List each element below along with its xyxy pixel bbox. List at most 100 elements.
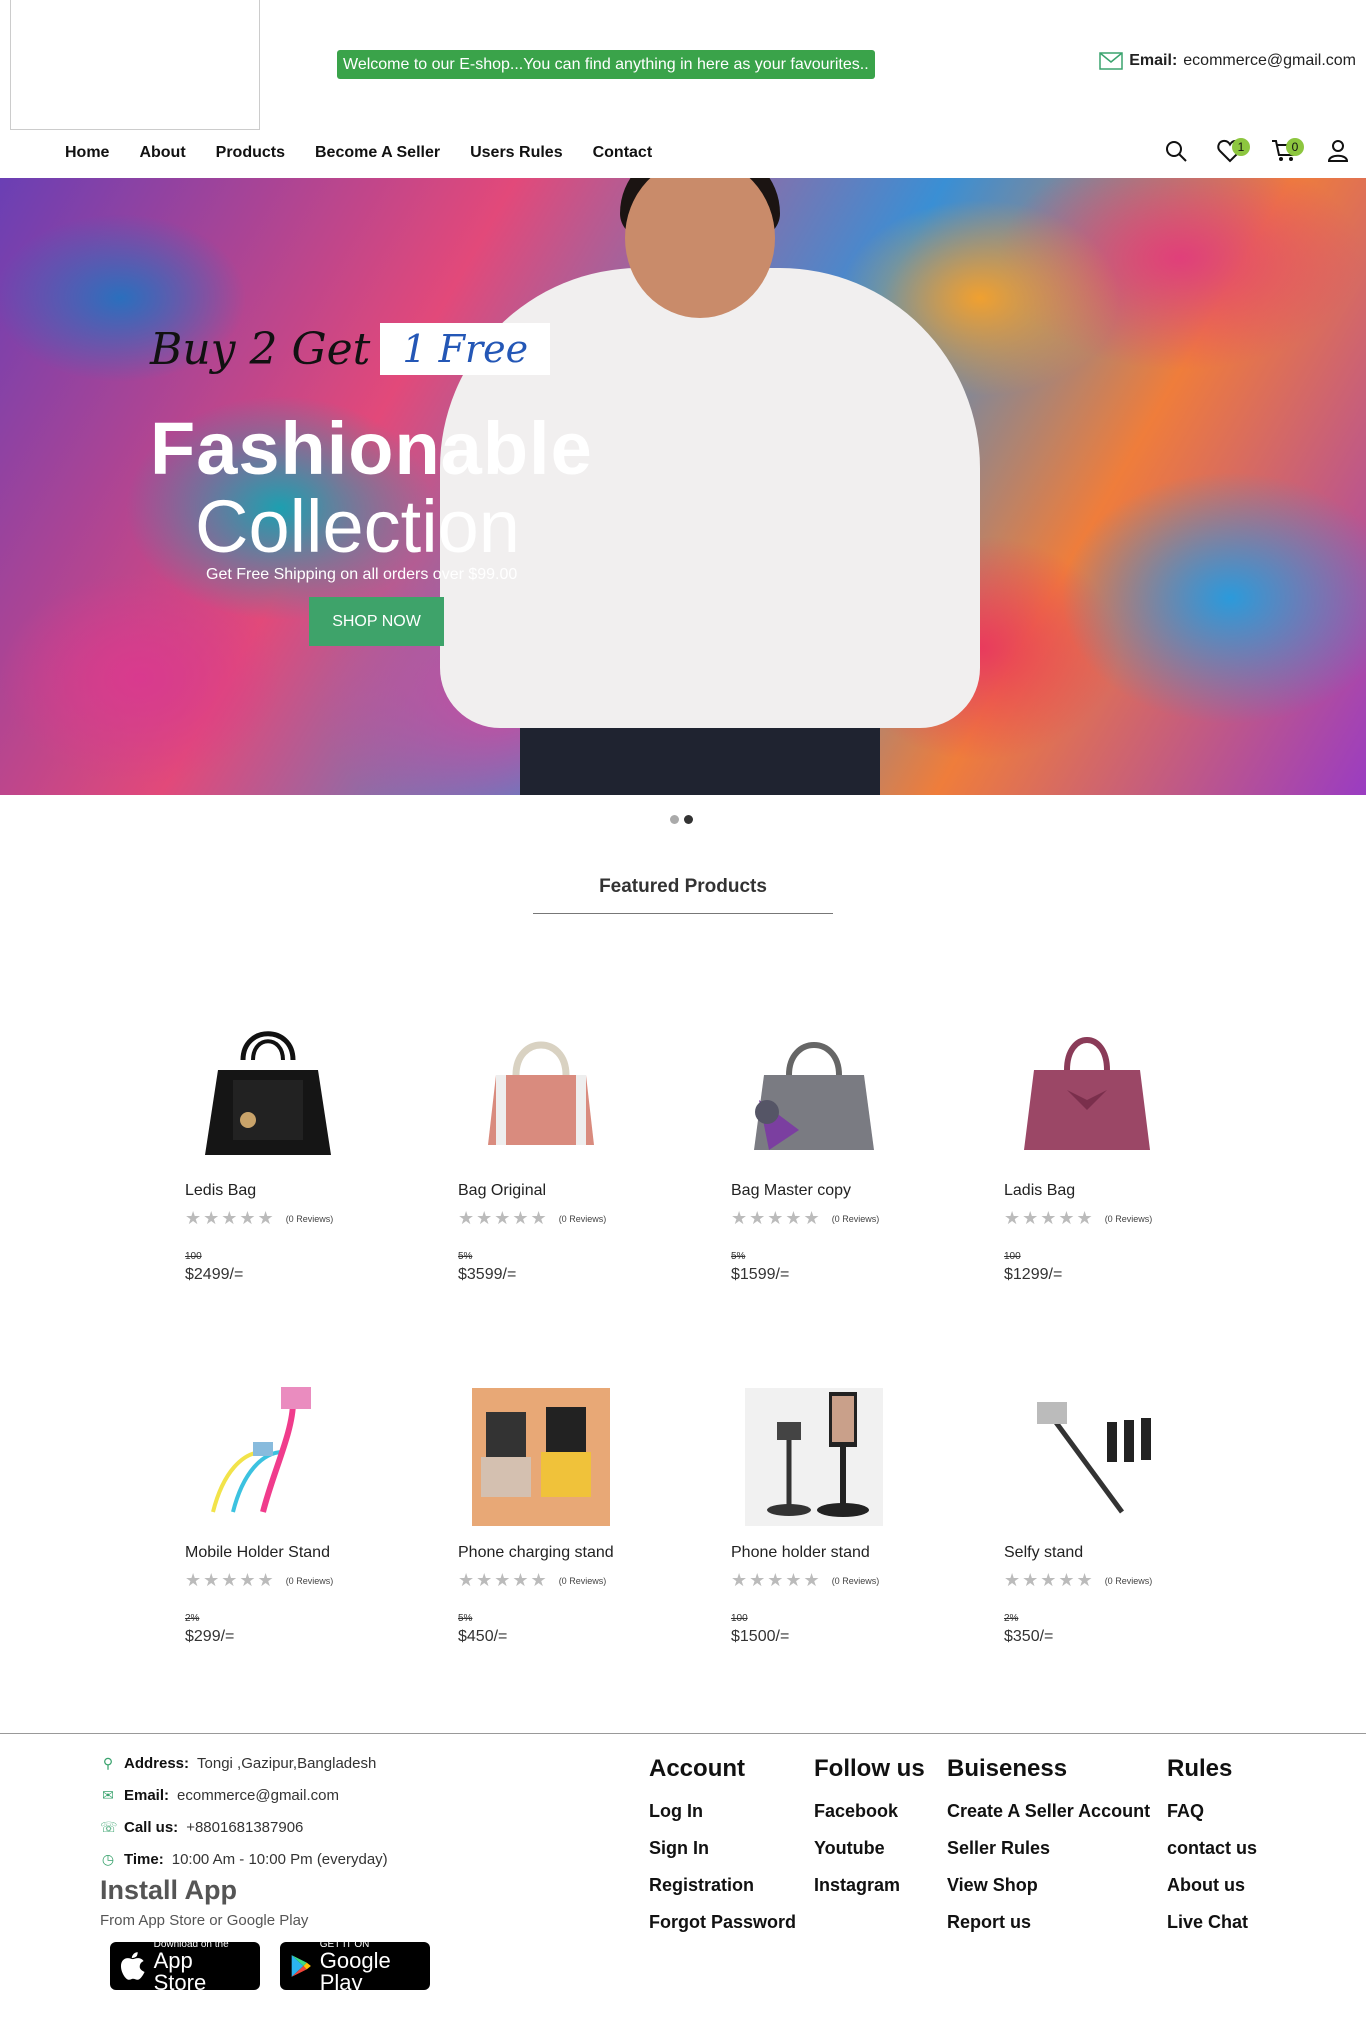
wishlist-heart-icon[interactable]: 1 <box>1216 136 1250 166</box>
product-rating: ★★★★★ (0 Reviews) <box>458 1208 658 1229</box>
product-image-mobile-holder[interactable] <box>193 1382 343 1532</box>
main-nav: Home About Products Become A Seller User… <box>65 141 682 165</box>
product-name[interactable]: Phone holder stand <box>731 1544 931 1562</box>
product-image-selfie-stick[interactable] <box>1012 1382 1162 1532</box>
product-rating: ★★★★★ (0 Reviews) <box>458 1570 658 1591</box>
nav-products[interactable]: Products <box>216 141 285 165</box>
envelope-icon: ✉ <box>102 1787 114 1803</box>
hero-banner: Buy 2 Get 1 Free Fashionable Collection … <box>0 178 1366 795</box>
product-reviews: (0 Reviews) <box>558 1213 607 1224</box>
product-price: $299/= <box>185 1628 235 1645</box>
apple-icon <box>120 1952 145 1980</box>
product-image-grey-handbag[interactable] <box>739 1020 889 1170</box>
footer-link-facebook[interactable]: Facebook <box>814 1793 925 1830</box>
nav-users-rules[interactable]: Users Rules <box>470 141 563 165</box>
nav-about[interactable]: About <box>139 141 185 165</box>
footer-link-forgot-password[interactable]: Forgot Password <box>649 1904 796 1941</box>
product-name[interactable]: Bag Master copy <box>731 1182 931 1200</box>
footer-link-view-shop[interactable]: View Shop <box>947 1867 1150 1904</box>
product-reviews: (0 Reviews) <box>285 1213 334 1224</box>
product-name[interactable]: Ladis Bag <box>1004 1182 1204 1200</box>
product-price: $2499/= <box>185 1266 244 1283</box>
google-play-icon <box>291 1955 311 1977</box>
footer-address: ⚲ Address: Tongi ,Gazipur,Bangladesh <box>100 1755 376 1772</box>
footer-link-login[interactable]: Log In <box>649 1793 796 1830</box>
product-image-phone-holder-stand[interactable] <box>739 1382 889 1532</box>
nav-icons: 1 0 <box>1162 136 1352 166</box>
product-name[interactable]: Mobile Holder Stand <box>185 1544 385 1562</box>
footer-link-live-chat[interactable]: Live Chat <box>1167 1904 1257 1941</box>
product-image-charging-stand[interactable] <box>466 1382 616 1532</box>
product-image-pink-handbag[interactable] <box>466 1020 616 1170</box>
product-price: $450/= <box>458 1628 508 1645</box>
rating-stars-icon: ★★★★★ <box>731 1570 822 1590</box>
footer-call-label: Call us: <box>124 1819 179 1836</box>
cart-icon[interactable]: 0 <box>1270 136 1304 166</box>
product-name[interactable]: Bag Original <box>458 1182 658 1200</box>
footer-link-instagram[interactable]: Instagram <box>814 1867 925 1904</box>
product-card[interactable]: Mobile Holder Stand ★★★★★ (0 Reviews) 2% … <box>185 1382 385 1646</box>
product-price: $3599/= <box>458 1266 517 1283</box>
footer-call-value[interactable]: +8801681387906 <box>186 1819 303 1836</box>
footer-link-signin[interactable]: Sign In <box>649 1830 796 1867</box>
google-play-button[interactable]: GET IT ON Google Play <box>280 1939 430 1993</box>
user-account-icon[interactable] <box>1324 136 1352 166</box>
footer-link-faq[interactable]: FAQ <box>1167 1793 1257 1830</box>
carousel-dot-2[interactable] <box>684 815 693 824</box>
rating-stars-icon: ★★★★★ <box>1004 1208 1095 1228</box>
footer-divider <box>0 1733 1366 1734</box>
product-card[interactable]: Ladis Bag ★★★★★ (0 Reviews) 100 $1299/= <box>1004 1020 1204 1284</box>
footer-email-value[interactable]: ecommerce@gmail.com <box>177 1787 339 1804</box>
nav-become-seller[interactable]: Become A Seller <box>315 141 440 165</box>
footer-col-title: Account <box>649 1755 745 1782</box>
search-icon[interactable] <box>1162 136 1190 166</box>
promo-free-box: 1 Free <box>380 323 551 375</box>
product-old-price: 2% <box>185 1613 200 1624</box>
product-price: $1299/= <box>1004 1266 1063 1283</box>
nav-home[interactable]: Home <box>65 141 109 165</box>
hero-title-line2: Collection <box>195 485 520 568</box>
product-image-black-handbag[interactable] <box>193 1020 343 1170</box>
product-image-maroon-handbag[interactable] <box>1012 1020 1162 1170</box>
promo-line: Buy 2 Get 1 Free <box>150 323 551 375</box>
footer-link-registration[interactable]: Registration <box>649 1867 796 1904</box>
product-name[interactable]: Selfy stand <box>1004 1544 1204 1562</box>
footer-link-report[interactable]: Report us <box>947 1904 1150 1941</box>
product-name[interactable]: Phone charging stand <box>458 1544 658 1562</box>
app-store-big-text: App Store <box>153 1947 207 1995</box>
footer-link-seller-rules[interactable]: Seller Rules <box>947 1830 1150 1867</box>
site-logo-placeholder[interactable] <box>10 0 260 130</box>
product-reviews: (0 Reviews) <box>831 1213 880 1224</box>
header-email-value[interactable]: ecommerce@gmail.com <box>1183 52 1356 70</box>
footer-time: ◷ Time: 10:00 Am - 10:00 Pm (everyday) <box>100 1851 388 1868</box>
product-card[interactable]: Selfy stand ★★★★★ (0 Reviews) 2% $350/= <box>1004 1382 1204 1646</box>
footer-link-create-seller[interactable]: Create A Seller Account <box>947 1793 1150 1830</box>
carousel-dot-1[interactable] <box>670 815 679 824</box>
rating-stars-icon: ★★★★★ <box>458 1570 549 1590</box>
cart-count-badge: 0 <box>1286 138 1304 156</box>
envelope-icon <box>1099 52 1123 70</box>
install-app-subtitle: From App Store or Google Play <box>100 1912 309 1929</box>
product-card[interactable]: Ledis Bag ★★★★★ (0 Reviews) 100 $2499/= <box>185 1020 385 1284</box>
featured-underline <box>533 913 833 914</box>
rating-stars-icon: ★★★★★ <box>731 1208 822 1228</box>
product-name[interactable]: Ledis Bag <box>185 1182 385 1200</box>
product-reviews: (0 Reviews) <box>558 1575 607 1586</box>
product-rating: ★★★★★ (0 Reviews) <box>1004 1208 1204 1229</box>
shop-now-button[interactable]: SHOP NOW <box>309 597 444 646</box>
product-card[interactable]: Bag Master copy ★★★★★ (0 Reviews) 5% $159… <box>731 1020 931 1284</box>
product-card[interactable]: Bag Original ★★★★★ (0 Reviews) 5% $3599/= <box>458 1020 658 1284</box>
footer-col-business: Buiseness Create A Seller Account Seller… <box>947 1755 1150 1941</box>
footer-link-contact-us[interactable]: contact us <box>1167 1830 1257 1867</box>
footer-link-about-us[interactable]: About us <box>1167 1867 1257 1904</box>
product-card[interactable]: Phone holder stand ★★★★★ (0 Reviews) 100 … <box>731 1382 931 1646</box>
footer-link-youtube[interactable]: Youtube <box>814 1830 925 1867</box>
nav-contact[interactable]: Contact <box>593 141 653 165</box>
featured-title: Featured Products <box>599 876 767 897</box>
product-card[interactable]: Phone charging stand ★★★★★ (0 Reviews) 5%… <box>458 1382 658 1646</box>
product-rating: ★★★★★ (0 Reviews) <box>731 1570 931 1591</box>
rating-stars-icon: ★★★★★ <box>185 1208 276 1228</box>
product-price: $1599/= <box>731 1266 790 1283</box>
footer-col-title: Follow us <box>814 1755 925 1782</box>
app-store-button[interactable]: Download on the App Store <box>110 1939 260 1993</box>
